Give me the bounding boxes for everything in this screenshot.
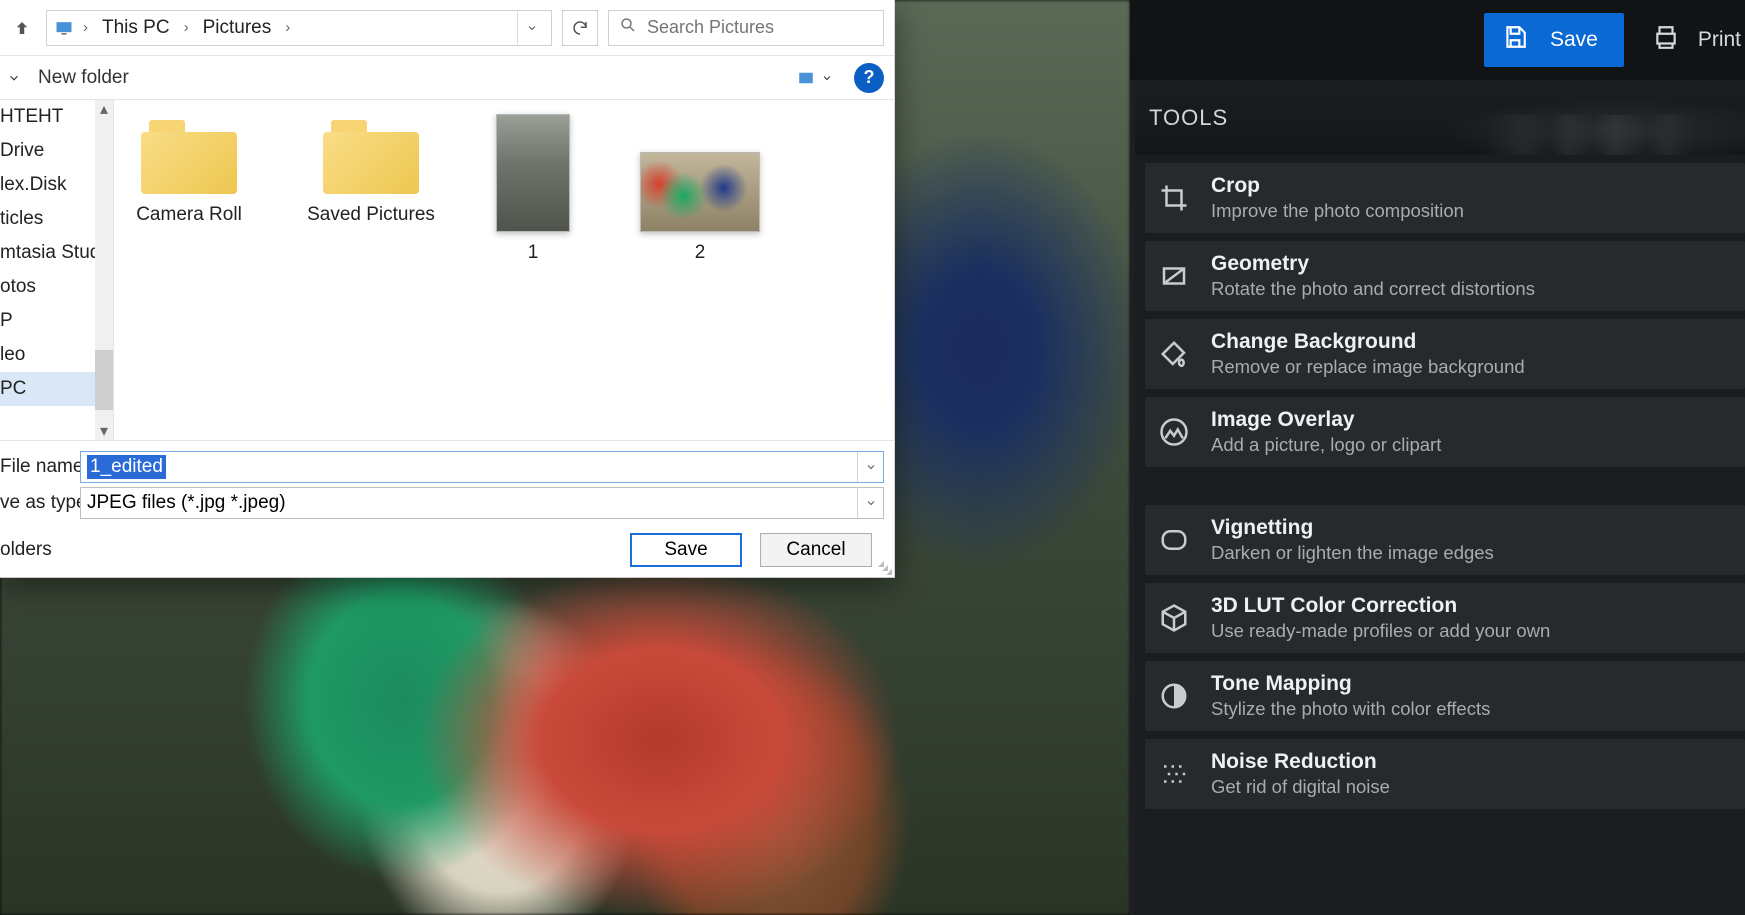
chevron-right-icon: › <box>180 19 193 36</box>
tool-desc: Use ready-made profiles or add your own <box>1211 620 1550 642</box>
tool-3dlut[interactable]: 3D LUT Color Correction Use ready-made p… <box>1145 583 1745 653</box>
refresh-button[interactable] <box>562 10 598 46</box>
tool-title: Vignetting <box>1211 516 1494 540</box>
breadcrumb-folder[interactable]: Pictures <box>197 13 278 43</box>
tool-crop[interactable]: Crop Improve the photo composition <box>1145 163 1745 233</box>
search-input[interactable] <box>647 17 879 38</box>
filetype-label: ve as type: <box>0 492 72 514</box>
folder-item[interactable]: Saved Pictures <box>306 114 436 226</box>
help-button[interactable]: ? <box>854 63 884 93</box>
file-label: 2 <box>695 242 706 264</box>
tree-scrollbar[interactable]: ▴ ▾ <box>95 100 113 440</box>
image-thumbnail <box>496 114 570 232</box>
editor-print-button[interactable]: Print <box>1642 13 1745 67</box>
tool-desc: Stylize the photo with color effects <box>1211 698 1490 720</box>
tools-panel: TOOLS Crop Improve the photo composition… <box>1135 80 1745 915</box>
tool-desc: Add a picture, logo or clipart <box>1211 434 1441 456</box>
mountains-icon <box>1153 411 1195 453</box>
folder-icon <box>323 114 419 194</box>
filename-value: 1_edited <box>87 455 166 479</box>
tool-title: Tone Mapping <box>1211 672 1490 696</box>
tool-desc: Remove or replace image background <box>1211 356 1525 378</box>
new-folder-button[interactable]: New folder <box>28 63 139 93</box>
tools-header: TOOLS <box>1135 80 1745 155</box>
tool-desc: Improve the photo composition <box>1211 200 1464 222</box>
nav-up-button[interactable] <box>8 12 36 44</box>
pc-icon <box>53 17 75 39</box>
breadcrumb-dropdown[interactable] <box>517 11 545 45</box>
filename-input[interactable]: 1_edited <box>80 451 884 483</box>
tool-noise-reduction[interactable]: Noise Reduction Get rid of digital noise <box>1145 739 1745 809</box>
tool-title: Geometry <box>1211 252 1535 276</box>
tool-list: Crop Improve the photo composition Geome… <box>1135 155 1745 809</box>
file-item[interactable]: 1 <box>488 114 578 264</box>
folder-icon <box>141 114 237 194</box>
file-item[interactable]: 2 <box>630 114 770 264</box>
scroll-up-icon[interactable]: ▴ <box>95 100 113 118</box>
filename-label: File name: <box>0 456 72 478</box>
folder-label: Saved Pictures <box>307 204 435 226</box>
tool-vignetting[interactable]: Vignetting Darken or lighten the image e… <box>1145 505 1745 575</box>
tool-change-background[interactable]: Change Background Remove or replace imag… <box>1145 319 1745 389</box>
cube-grid-icon <box>1153 597 1195 639</box>
filetype-select[interactable]: JPEG files (*.jpg *.jpeg) <box>80 487 884 519</box>
scroll-down-icon[interactable]: ▾ <box>95 422 113 440</box>
chevron-right-icon: › <box>281 19 294 36</box>
crop-icon <box>1153 177 1195 219</box>
chevron-down-icon <box>821 72 833 84</box>
search-icon <box>619 16 637 39</box>
image-thumbnail <box>640 152 760 232</box>
save-disk-icon <box>1502 24 1528 56</box>
view-mode-button[interactable] <box>788 66 840 90</box>
nav-tree[interactable]: HTEHTDrivelex.Diskticlesmtasia Studiooto… <box>0 100 114 440</box>
dialog-nav-row: › This PC › Pictures › <box>0 0 894 56</box>
tool-desc: Darken or lighten the image edges <box>1211 542 1494 564</box>
tool-desc: Get rid of digital noise <box>1211 776 1390 798</box>
vignette-icon <box>1153 519 1195 561</box>
tool-tone-mapping[interactable]: Tone Mapping Stylize the photo with colo… <box>1145 661 1745 731</box>
tool-title: 3D LUT Color Correction <box>1211 594 1550 618</box>
tool-title: Image Overlay <box>1211 408 1441 432</box>
editor-save-button[interactable]: Save <box>1484 13 1624 67</box>
file-label: 1 <box>528 242 539 264</box>
editor-topbar: Save Print <box>1130 0 1745 80</box>
file-grid[interactable]: Camera Roll Saved Pictures 1 2 <box>114 100 894 440</box>
printer-icon <box>1652 24 1680 56</box>
folder-item[interactable]: Camera Roll <box>124 114 254 226</box>
hide-folders-link[interactable]: olders <box>0 539 52 561</box>
tool-geometry[interactable]: Geometry Rotate the photo and correct di… <box>1145 241 1745 311</box>
contrast-circle-icon <box>1153 675 1195 717</box>
scroll-thumb[interactable] <box>95 350 113 410</box>
resize-grip-icon[interactable] <box>878 561 892 575</box>
paint-bucket-icon <box>1153 333 1195 375</box>
filetype-value: JPEG files (*.jpg *.jpeg) <box>87 492 286 514</box>
noise-icon <box>1153 753 1195 795</box>
save-dialog: › This PC › Pictures › New folder <box>0 0 895 578</box>
dialog-bottom: File name: 1_edited ve as type: JPEG fil… <box>0 440 894 577</box>
dialog-toolbar-row: New folder ? <box>0 56 894 100</box>
save-button[interactable]: Save <box>630 533 742 567</box>
search-box[interactable] <box>608 10 884 46</box>
editor-print-label: Print <box>1698 28 1741 52</box>
geometry-icon <box>1153 255 1195 297</box>
tool-desc: Rotate the photo and correct distortions <box>1211 278 1535 300</box>
tool-title: Change Background <box>1211 330 1525 354</box>
chevron-right-icon: › <box>79 19 92 36</box>
breadcrumb-root[interactable]: This PC <box>96 13 176 43</box>
organize-dropdown[interactable] <box>0 64 28 92</box>
chevron-down-icon[interactable] <box>857 452 883 482</box>
cancel-button[interactable]: Cancel <box>760 533 872 567</box>
tool-image-overlay[interactable]: Image Overlay Add a picture, logo or cli… <box>1145 397 1745 467</box>
editor-save-label: Save <box>1550 28 1598 52</box>
chevron-down-icon[interactable] <box>857 488 883 518</box>
dialog-body: HTEHTDrivelex.Diskticlesmtasia Studiooto… <box>0 100 894 440</box>
folder-label: Camera Roll <box>136 204 242 226</box>
tool-title: Noise Reduction <box>1211 750 1390 774</box>
tool-title: Crop <box>1211 174 1464 198</box>
breadcrumb[interactable]: › This PC › Pictures › <box>46 10 552 46</box>
